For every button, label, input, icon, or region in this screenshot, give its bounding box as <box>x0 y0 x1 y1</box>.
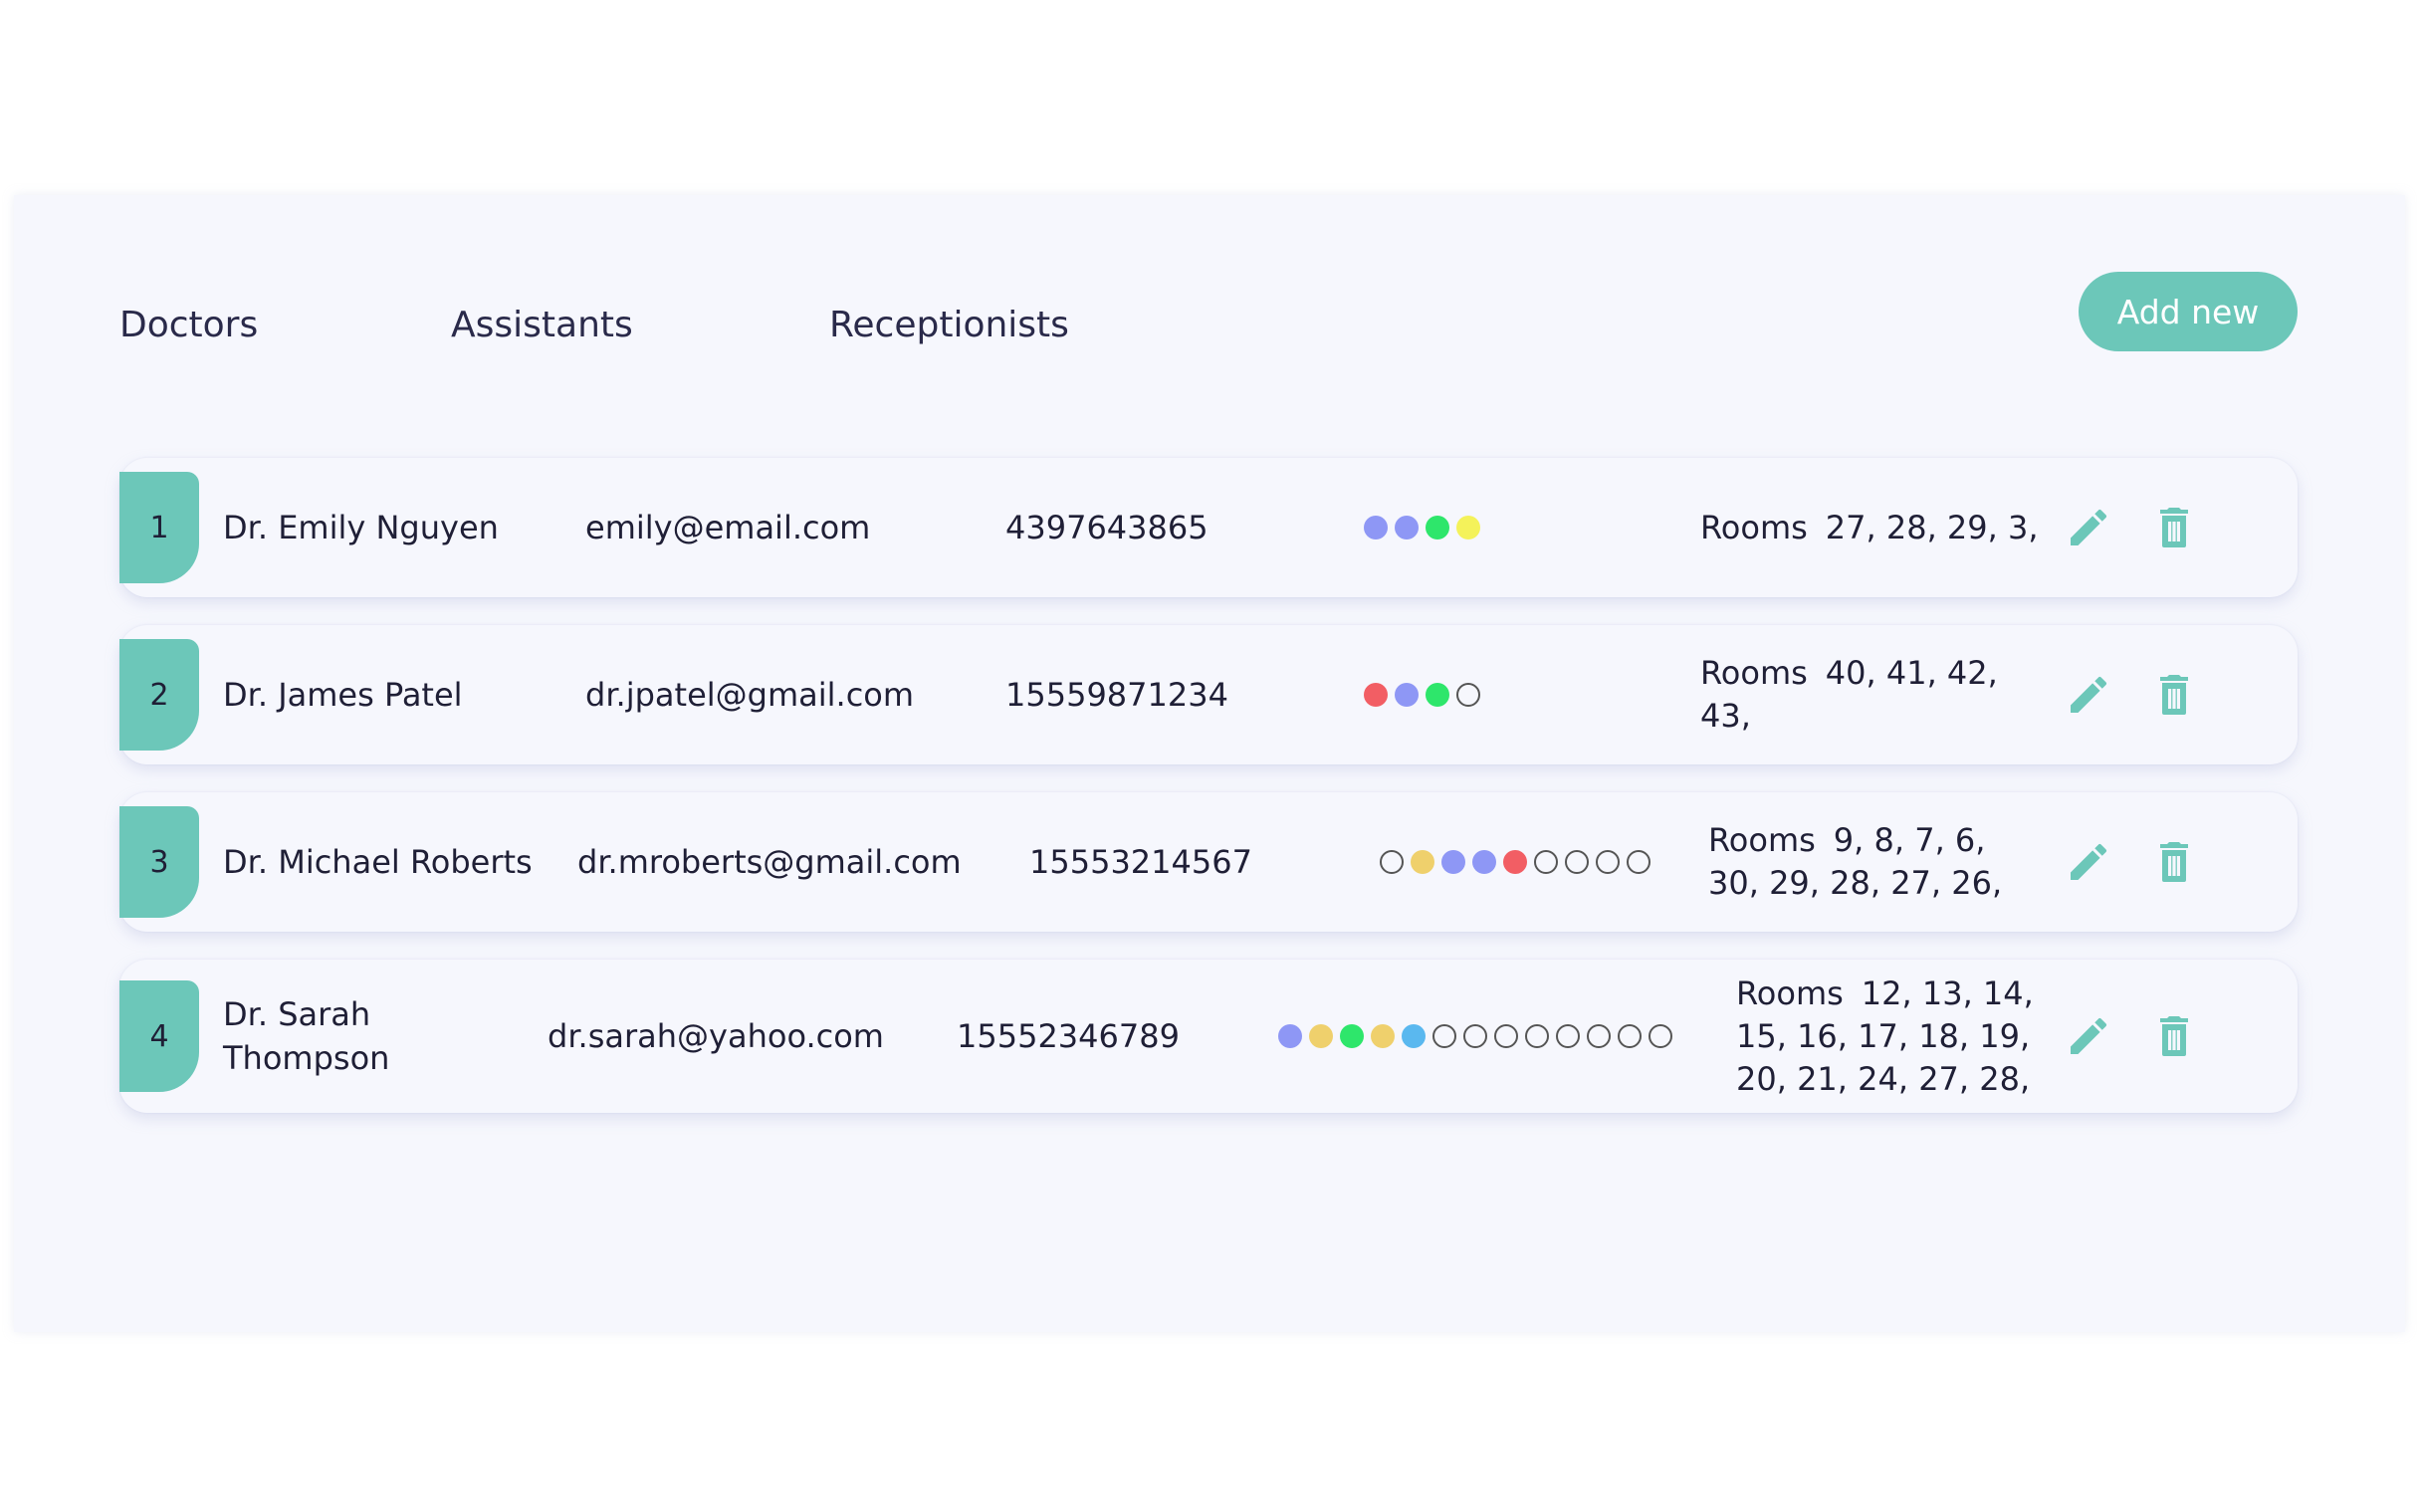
row-index-badge: 2 <box>119 639 199 751</box>
edit-pencil-icon[interactable] <box>2065 838 2112 886</box>
status-dot <box>1472 850 1496 874</box>
table-row: 2 Dr. James Patel dr.jpatel@gmail.com 15… <box>119 625 2298 764</box>
row-name: Dr. Michael Roberts <box>223 843 533 881</box>
row-phone: 15559871234 <box>1005 676 1228 714</box>
row-email: emily@email.com <box>585 509 871 546</box>
row-rooms: Rooms 9, 8, 7, 6, 30, 29, 28, 27, 26, <box>1708 819 2037 905</box>
row-rooms: Rooms 40, 41, 42, 43, <box>1700 652 2049 738</box>
tab-assistants[interactable]: Assistants <box>451 305 829 345</box>
staff-panel: Doctors Assistants Receptionists Add new… <box>14 195 2405 1332</box>
status-dot <box>1432 1024 1456 1048</box>
rooms-label: Rooms <box>1736 973 1844 1012</box>
status-dot <box>1649 1024 1672 1048</box>
status-dot <box>1565 850 1589 874</box>
row-email: dr.mroberts@gmail.com <box>577 843 962 881</box>
tab-doctors[interactable]: Doctors <box>119 305 451 345</box>
status-dot <box>1309 1024 1333 1048</box>
row-name: Dr. Sarah Thompson <box>223 995 390 1077</box>
status-dot <box>1441 850 1465 874</box>
rooms-label: Rooms <box>1700 654 1808 692</box>
status-dot <box>1364 516 1388 540</box>
status-dot <box>1525 1024 1549 1048</box>
table-row: 1 Dr. Emily Nguyen emily@email.com 43976… <box>119 458 2298 597</box>
tab-receptionists[interactable]: Receptionists <box>829 305 1128 345</box>
row-status-dots <box>1364 516 1480 540</box>
status-dot <box>1587 1024 1611 1048</box>
status-dot <box>1340 1024 1364 1048</box>
status-dot <box>1627 850 1650 874</box>
status-dot <box>1371 1024 1395 1048</box>
row-index-badge: 3 <box>119 806 199 918</box>
row-email: dr.jpatel@gmail.com <box>585 676 915 714</box>
delete-trash-icon[interactable] <box>2150 838 2198 886</box>
row-status-dots <box>1278 1024 1672 1048</box>
row-status-dots <box>1364 683 1480 707</box>
row-index-badge: 1 <box>119 472 199 583</box>
staff-tabs: Doctors Assistants Receptionists <box>119 295 1128 354</box>
delete-trash-icon[interactable] <box>2150 1012 2198 1060</box>
row-status-dots <box>1380 850 1650 874</box>
rooms-label: Rooms <box>1700 508 1808 546</box>
status-dot <box>1494 1024 1518 1048</box>
rooms-list: 27, 28, 29, 3, <box>1825 508 2039 546</box>
status-dot <box>1456 516 1480 540</box>
edit-pencil-icon[interactable] <box>2065 504 2112 551</box>
status-dot <box>1534 850 1558 874</box>
status-dot <box>1402 1024 1426 1048</box>
status-dot <box>1278 1024 1302 1048</box>
row-rooms: Rooms 27, 28, 29, 3, <box>1700 507 2039 549</box>
status-dot <box>1395 516 1419 540</box>
status-dot <box>1503 850 1527 874</box>
row-email: dr.sarah@yahoo.com <box>548 1017 884 1055</box>
status-dot <box>1411 850 1434 874</box>
delete-trash-icon[interactable] <box>2150 671 2198 719</box>
row-phone: 4397643865 <box>1005 509 1209 546</box>
row-rooms: Rooms 12, 13, 14, 15, 16, 17, 18, 19, 20,… <box>1736 972 2045 1101</box>
status-dot <box>1395 683 1419 707</box>
add-new-button[interactable]: Add new <box>2079 272 2298 351</box>
row-name: Dr. Emily Nguyen <box>223 509 499 546</box>
row-phone: 15553214567 <box>1029 843 1252 881</box>
status-dot <box>1463 1024 1487 1048</box>
row-index-badge: 4 <box>119 980 199 1092</box>
delete-trash-icon[interactable] <box>2150 504 2198 551</box>
rooms-label: Rooms <box>1708 821 1816 859</box>
status-dot <box>1426 516 1449 540</box>
table-row: 4 Dr. Sarah Thompson dr.sarah@yahoo.com … <box>119 960 2298 1113</box>
edit-pencil-icon[interactable] <box>2065 671 2112 719</box>
status-dot <box>1426 683 1449 707</box>
status-dot <box>1556 1024 1580 1048</box>
table-row: 3 Dr. Michael Roberts dr.mroberts@gmail.… <box>119 792 2298 932</box>
row-name: Dr. James Patel <box>223 676 463 714</box>
status-dot <box>1456 683 1480 707</box>
edit-pencil-icon[interactable] <box>2065 1012 2112 1060</box>
row-phone: 15552346789 <box>957 1017 1180 1055</box>
status-dot <box>1618 1024 1642 1048</box>
status-dot <box>1380 850 1404 874</box>
status-dot <box>1596 850 1620 874</box>
status-dot <box>1364 683 1388 707</box>
